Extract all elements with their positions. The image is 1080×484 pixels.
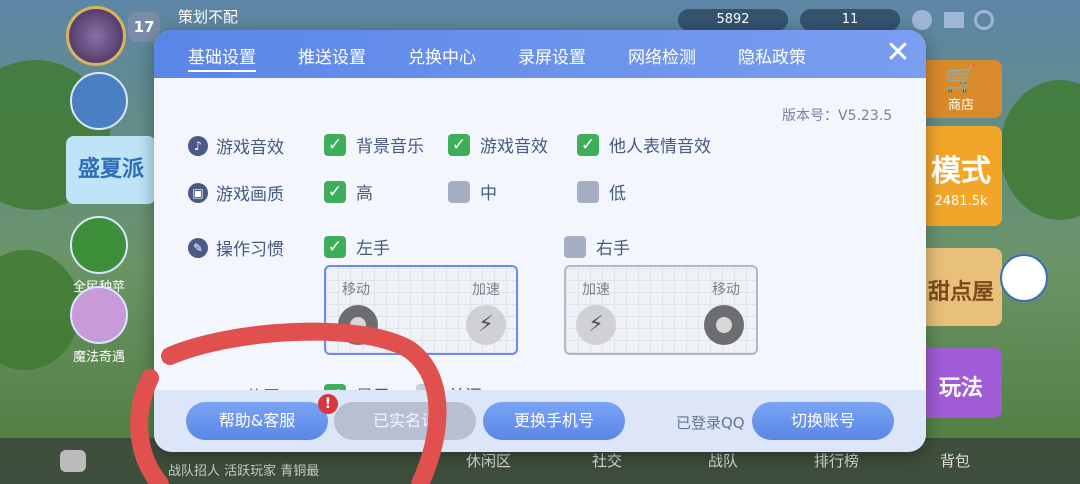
red-annotation-mark xyxy=(130,322,447,484)
